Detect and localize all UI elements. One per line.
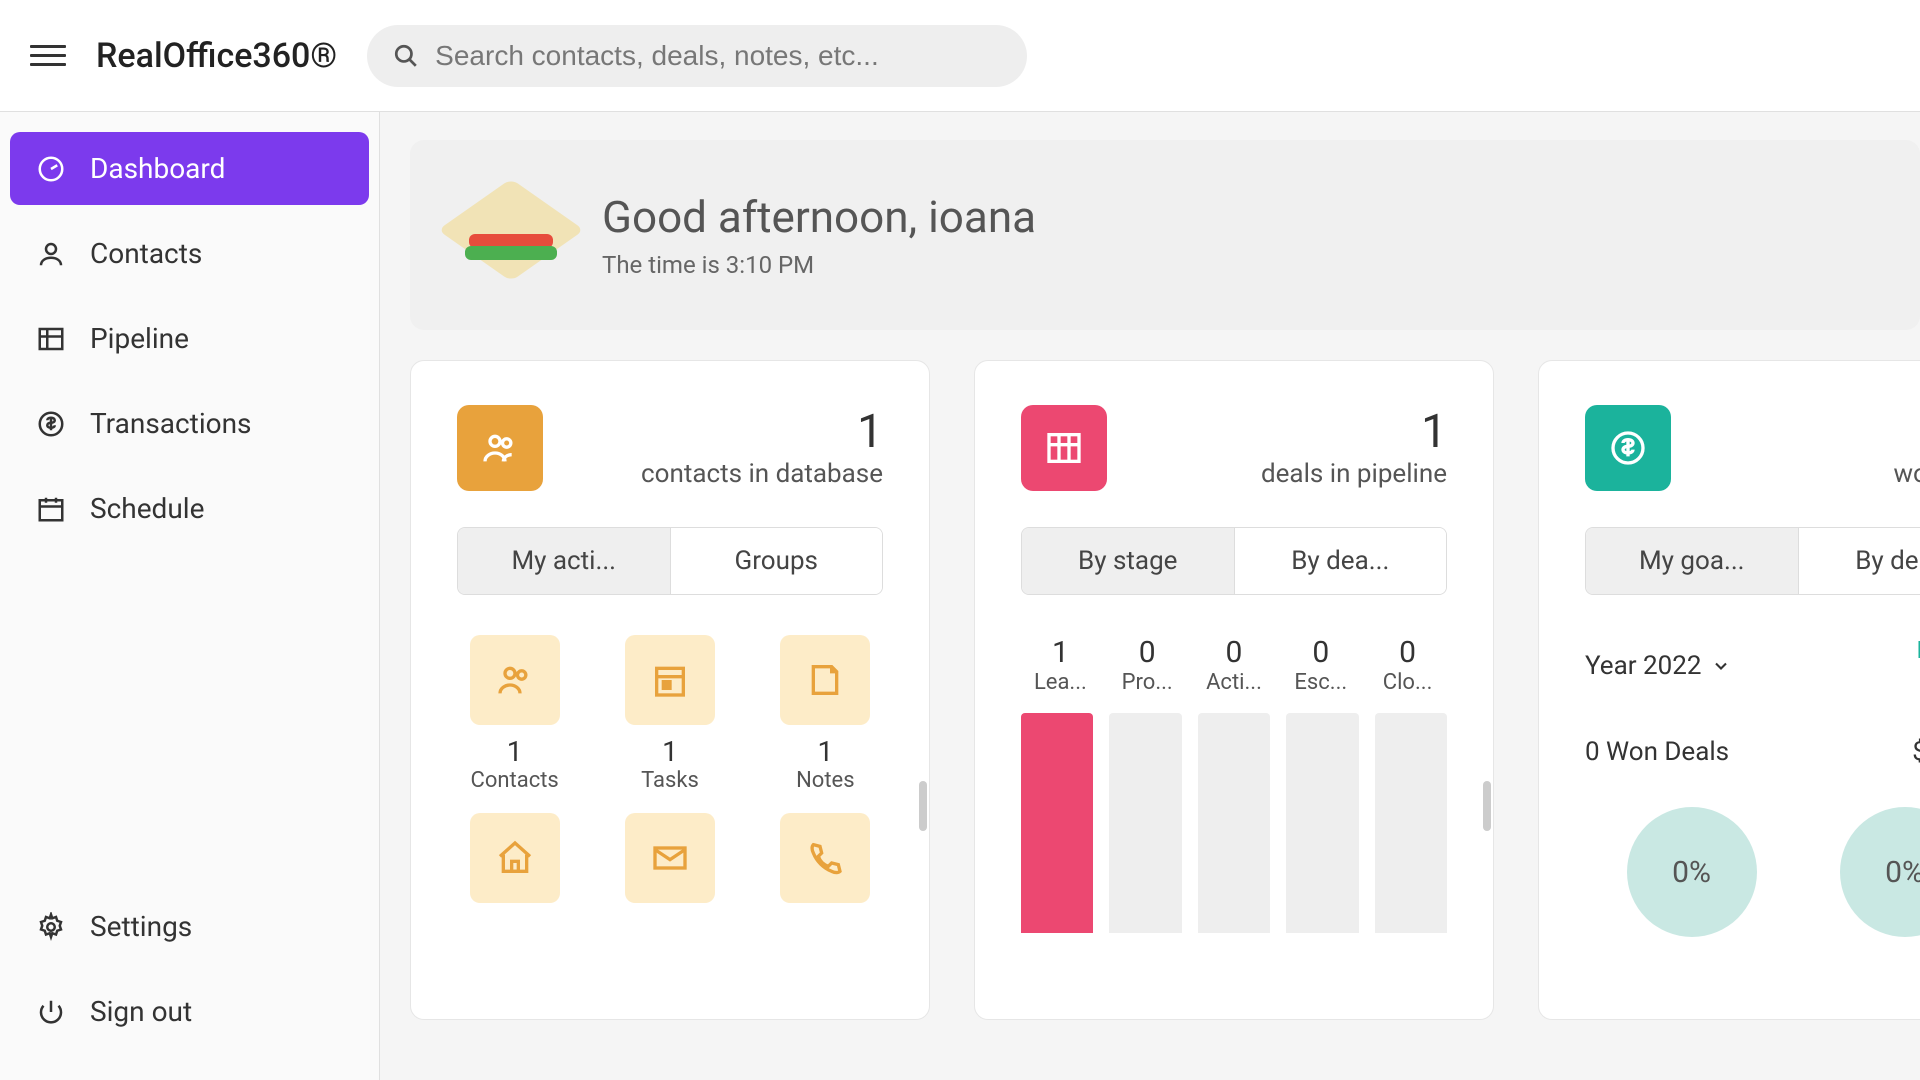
contacts-count: 1 xyxy=(641,405,883,459)
sales-stat: $0 Sales xyxy=(1912,737,1920,767)
activity-home[interactable] xyxy=(457,813,572,913)
deals-card: 1 deals in pipeline By stage By dea... 1… xyxy=(974,360,1494,1020)
goals-card: 0 won deals My goa... By dea... Year 202… xyxy=(1538,360,1920,1020)
scrollbar-thumb[interactable] xyxy=(919,781,927,831)
sidebar-item-label: Settings xyxy=(90,910,192,943)
dollar-icon xyxy=(36,409,66,439)
sidebar-item-label: Sign out xyxy=(90,995,192,1028)
scrollbar-thumb[interactable] xyxy=(1483,781,1491,831)
search-icon xyxy=(393,42,419,70)
sidebar-item-schedule[interactable]: Schedule xyxy=(10,472,369,545)
bar-prospect xyxy=(1109,713,1181,933)
deals-count: 1 xyxy=(1261,405,1447,459)
search-bar[interactable] xyxy=(367,25,1027,87)
menu-button[interactable] xyxy=(30,38,66,74)
sidebar: Dashboard Contacts Pipeline Transactions… xyxy=(0,112,380,1080)
activity-tasks[interactable]: 1 Tasks xyxy=(612,635,727,793)
table-icon xyxy=(1044,428,1084,468)
deals-label: deals in pipeline xyxy=(1261,459,1447,489)
main-content: Good afternoon, ioana The time is 3:10 P… xyxy=(380,112,1920,1080)
goals-tabs: My goa... By dea... xyxy=(1585,527,1920,595)
greeting-subtitle: The time is 3:10 PM xyxy=(602,251,1036,279)
contacts-label: contacts in database xyxy=(641,459,883,489)
greeting-card: Good afternoon, ioana The time is 3:10 P… xyxy=(410,140,1920,330)
note-icon xyxy=(805,660,845,700)
year-selector[interactable]: Year 2022 xyxy=(1585,651,1731,681)
goals-count: 0 xyxy=(1893,405,1920,459)
mail-icon xyxy=(650,838,690,878)
bar-lead xyxy=(1021,713,1093,933)
brand-title: RealOffice360® xyxy=(96,36,337,76)
sidebar-item-contacts[interactable]: Contacts xyxy=(10,217,369,290)
pipeline-icon xyxy=(36,324,66,354)
edit-goals-link[interactable]: Edit my goals xyxy=(1901,635,1920,697)
greeting-title: Good afternoon, ioana xyxy=(602,191,1036,243)
people-icon xyxy=(495,660,535,700)
home-icon xyxy=(495,838,535,878)
sidebar-item-label: Transactions xyxy=(90,407,252,440)
stage-labels: 1Lea... 0Pro... 0Acti... 0Esc... 0Clo... xyxy=(1021,635,1447,695)
won-deals-stat: 0 Won Deals xyxy=(1585,737,1729,767)
search-input[interactable] xyxy=(435,40,1001,72)
gauge-sales: 0% xyxy=(1840,807,1920,937)
activity-phone[interactable] xyxy=(768,813,883,913)
tab-my-goals[interactable]: My goa... xyxy=(1586,528,1798,594)
calendar-icon xyxy=(36,494,66,524)
phone-icon xyxy=(805,838,845,878)
goals-card-icon xyxy=(1585,405,1671,491)
deals-tabs: By stage By dea... xyxy=(1021,527,1447,595)
contacts-tabs: My acti... Groups xyxy=(457,527,883,595)
sidebar-item-transactions[interactable]: Transactions xyxy=(10,387,369,460)
sidebar-item-signout[interactable]: Sign out xyxy=(10,975,369,1048)
tab-goals-by-deal[interactable]: By dea... xyxy=(1798,528,1920,594)
deals-card-icon xyxy=(1021,405,1107,491)
sidebar-item-label: Contacts xyxy=(90,237,202,270)
gear-icon xyxy=(36,912,66,942)
bar-escrow xyxy=(1286,713,1358,933)
gauge-won-deals: 0% xyxy=(1627,807,1757,937)
speedometer-icon xyxy=(36,154,66,184)
bar-closed xyxy=(1375,713,1447,933)
calendar-task-icon xyxy=(650,660,690,700)
app-header: RealOffice360® xyxy=(0,0,1920,112)
dollar-circle-icon xyxy=(1608,428,1648,468)
sidebar-item-pipeline[interactable]: Pipeline xyxy=(10,302,369,375)
activity-contacts[interactable]: 1 Contacts xyxy=(457,635,572,793)
sidebar-item-label: Pipeline xyxy=(90,322,189,355)
tab-groups[interactable]: Groups xyxy=(670,528,883,594)
tab-my-activities[interactable]: My acti... xyxy=(458,528,670,594)
sidebar-item-dashboard[interactable]: Dashboard xyxy=(10,132,369,205)
sidebar-item-label: Dashboard xyxy=(90,152,225,185)
activity-notes[interactable]: 1 Notes xyxy=(768,635,883,793)
chevron-down-icon xyxy=(1711,656,1731,676)
tab-by-stage[interactable]: By stage xyxy=(1022,528,1234,594)
people-icon xyxy=(480,428,520,468)
stage-bar-chart xyxy=(1021,713,1447,933)
tab-by-deal[interactable]: By dea... xyxy=(1234,528,1447,594)
bar-active xyxy=(1198,713,1270,933)
sandwich-icon xyxy=(456,180,566,290)
contacts-card: 1 contacts in database My acti... Groups… xyxy=(410,360,930,1020)
activity-mail[interactable] xyxy=(612,813,727,913)
sidebar-item-label: Schedule xyxy=(90,492,204,525)
goals-label: won deals xyxy=(1893,459,1920,489)
person-icon xyxy=(36,239,66,269)
sidebar-item-settings[interactable]: Settings xyxy=(10,890,369,963)
contacts-card-icon xyxy=(457,405,543,491)
power-icon xyxy=(36,997,66,1027)
activity-grid: 1 Contacts 1 Tasks 1 Notes xyxy=(457,635,883,913)
